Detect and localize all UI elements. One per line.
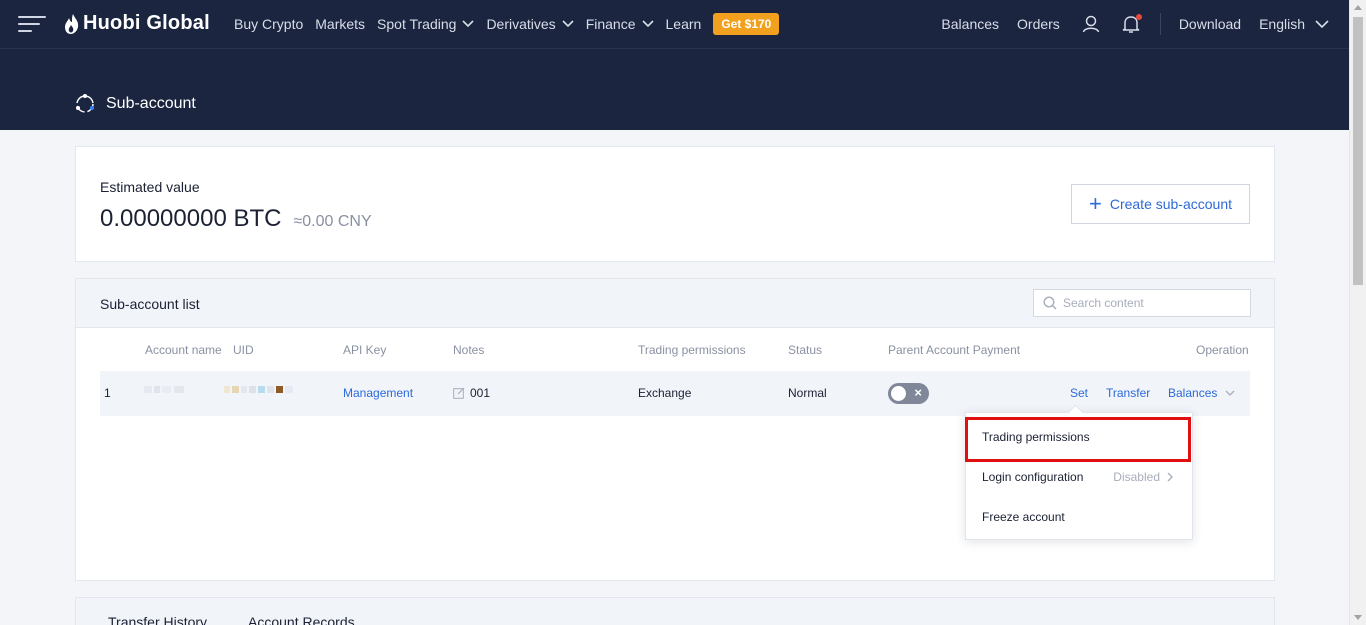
col-parent-payment: Parent Account Payment [888,343,1021,357]
language-selector[interactable]: English [1259,16,1329,32]
set-button[interactable]: Set [1070,386,1088,400]
sub-account-icon [76,94,94,113]
notification-button[interactable] [1122,14,1142,34]
estimated-value: 0.00000000 BTC ≈0.00 CNY [100,205,372,233]
highlight-box [965,417,1191,462]
login-status-label: Disabled [1113,470,1160,484]
nav-finance[interactable]: Finance [586,16,654,32]
nav-learn[interactable]: Learn [666,16,702,32]
estimated-value-label: Estimated value [100,179,200,195]
col-operation: Operation [1196,343,1249,357]
promo-badge[interactable]: Get $170 [713,13,780,35]
col-trading-permissions: Trading permissions [638,343,746,357]
masked-uid [224,384,296,396]
chevron-down-icon [1315,19,1329,28]
top-nav: Huobi Global Buy Crypto Markets Spot Tra… [0,0,1349,48]
scroll-up-icon[interactable] [1354,5,1362,10]
language-label: English [1259,16,1305,32]
menu-icon[interactable] [18,16,46,32]
login-configuration-status[interactable]: Disabled [1113,470,1174,484]
search-input[interactable] [1063,296,1243,310]
masked-account-name [144,384,186,396]
col-uid: UID [233,343,254,357]
nav-divider [1159,13,1161,35]
chevron-down-icon [1225,390,1235,396]
search-icon [1043,296,1057,310]
create-sub-account-button[interactable]: + Create sub-account [1071,184,1250,224]
edit-icon[interactable] [453,387,465,399]
col-notes: Notes [453,343,485,357]
tab-transfer-history[interactable]: Transfer History [108,614,207,625]
nav-label: Derivatives [486,16,556,32]
col-account-name: Account name [145,343,222,357]
balances-dropdown[interactable]: Balances [1168,386,1235,400]
page-scrollbar[interactable] [1349,0,1366,625]
list-header: Sub-account list [76,279,1274,328]
create-button-label: Create sub-account [1109,196,1233,212]
nav-label: Buy Crypto [234,16,304,32]
user-icon[interactable] [1082,15,1100,33]
brand-name: Huobi Global [83,12,210,34]
page-header [0,48,1349,130]
nav-download[interactable]: Download [1179,16,1241,32]
chevron-down-icon [462,20,475,28]
nav-orders[interactable]: Orders [1017,16,1060,32]
nav-buy-crypto[interactable]: Buy Crypto [234,16,303,32]
chevron-down-icon [562,20,574,28]
flame-icon [65,13,79,34]
page-title-text: Sub-account [106,95,196,112]
main-nav: Buy Crypto Markets Spot Trading Derivati… [234,0,780,48]
chevron-right-icon [1167,472,1173,482]
nav-balances[interactable]: Balances [941,16,999,32]
nav-label: Spot Trading [377,16,457,32]
brand-logo[interactable]: Huobi Global [64,12,210,35]
cny-value: ≈0.00 CNY [293,213,372,230]
nav-label: Finance [585,16,636,32]
nav-label: Markets [315,16,366,32]
notification-dot [1135,14,1142,20]
history-tabs: Transfer History Account Records [76,598,1274,625]
chevron-down-icon [641,20,654,28]
tab-account-records[interactable]: Account Records [248,614,355,625]
transfer-button[interactable]: Transfer [1106,386,1150,400]
notes-cell: 001 [453,386,490,400]
history-card: Transfer History Account Records [75,597,1275,625]
nav-right: Balances Orders Download English [923,0,1329,48]
nav-derivatives[interactable]: Derivatives [486,16,574,32]
estimated-value-card: Estimated value 0.00000000 BTC ≈0.00 CNY… [75,146,1275,262]
nav-spot-trading[interactable]: Spot Trading [377,16,475,32]
parent-payment-toggle[interactable]: × [888,383,929,404]
page-title: Sub-account [74,93,196,115]
nav-label: Learn [665,16,702,32]
trading-permissions-value: Exchange [638,386,692,400]
api-key-management-link[interactable]: Management [343,386,413,400]
col-api-key: API Key [343,343,387,357]
menu-item-login-configuration[interactable]: Login configuration [982,470,1083,484]
nav-markets[interactable]: Markets [315,16,365,32]
row-index: 1 [104,386,111,400]
col-status: Status [788,343,823,357]
notes-value: 001 [470,386,491,400]
plus-icon: + [1088,191,1102,216]
menu-item-freeze-account[interactable]: Freeze account [982,510,1065,524]
status-value: Normal [788,386,827,400]
search-box[interactable] [1033,289,1251,317]
balances-label: Balances [1168,386,1218,400]
close-icon: × [914,385,922,400]
toggle-knob [891,386,906,401]
list-title: Sub-account list [100,296,200,312]
scroll-down-icon[interactable] [1354,615,1362,620]
scrollbar-thumb[interactable] [1353,17,1363,285]
btc-value: 0.00000000 BTC [100,205,282,232]
